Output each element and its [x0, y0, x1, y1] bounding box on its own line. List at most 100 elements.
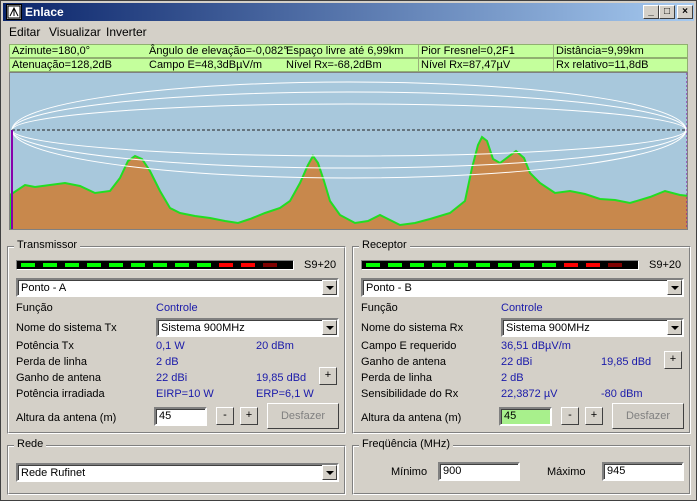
chevron-down-icon[interactable] [322, 280, 337, 295]
rx-line-loss-label: Perda de linha [361, 372, 432, 384]
rx-gain-plus-button[interactable]: + [664, 351, 682, 369]
rx-funcao-label: Função [361, 302, 398, 314]
maximize-button[interactable]: □ [659, 5, 675, 19]
tx-site-value: Ponto - A [21, 282, 67, 294]
tx-height-plus-button[interactable]: + [240, 407, 258, 425]
status-separator [553, 45, 554, 57]
tx-site-select[interactable]: Ponto - A [16, 278, 339, 297]
chevron-down-icon[interactable] [322, 465, 337, 480]
rx-site-select[interactable]: Ponto - B [361, 278, 684, 297]
rx-gain-dbi: 22 dBi [501, 356, 533, 368]
status-row-1: Azimute=180,0° Ângulo de elevação=-0,082… [9, 44, 688, 58]
meter-segment [65, 263, 79, 267]
freq-min-label: Mínimo [391, 466, 428, 478]
tx-gain-plus-button[interactable]: + [319, 367, 337, 385]
link-window: Enlace _ □ × Editar Visualizar Inverter … [0, 0, 697, 501]
rx-system-label: Nome do sistema Rx [361, 322, 464, 334]
frequency-title: Freqüência (MHz) [359, 438, 454, 450]
receiver-title: Receptor [359, 239, 410, 251]
rx-sensitivity-dbm: -80 dBm [601, 388, 643, 400]
rx-gain-label: Ganho de antena [361, 356, 447, 368]
chevron-down-icon[interactable] [667, 280, 682, 295]
rx-system-value: Sistema 900MHz [506, 322, 590, 334]
rx-level-dbm-readout: Nível Rx=-68,2dBm [286, 59, 382, 71]
tx-gain-dbd: 19,85 dBd [256, 372, 307, 384]
meter-segment [388, 263, 402, 267]
meter-segment [21, 263, 35, 267]
chevron-down-icon[interactable] [667, 320, 682, 335]
meter-segment [410, 263, 424, 267]
network-select[interactable]: Rede Rufinet [16, 463, 339, 482]
meter-segment [564, 263, 578, 267]
chevron-down-icon[interactable] [322, 320, 337, 335]
rx-height-plus-button[interactable]: + [585, 407, 603, 425]
tx-meter-label: S9+20 [304, 259, 337, 271]
rx-funcao-value: Controle [501, 302, 543, 314]
rx-site-value: Ponto - B [366, 282, 412, 294]
menu-editar[interactable]: Editar [9, 25, 40, 39]
network-group: Rede Rede Rufinet [7, 438, 346, 495]
rx-relative-readout: Rx relativo=11,8dB [556, 59, 649, 71]
free-space-readout: Espaço livre até 6,99km [286, 45, 404, 57]
freq-max-input[interactable]: 945 [602, 462, 684, 481]
distance-readout: Distância=9,99km [556, 45, 644, 57]
meter-segment [476, 263, 490, 267]
minimize-button[interactable]: _ [643, 5, 659, 19]
rx-height-minus-button[interactable]: - [561, 407, 579, 425]
rx-system-select[interactable]: Sistema 900MHz [501, 318, 684, 337]
meter-segment [608, 263, 622, 267]
tx-power-dbm: 20 dBm [256, 340, 294, 352]
profile-graphic [10, 73, 687, 229]
tx-funcao-value: Controle [156, 302, 198, 314]
app-icon [6, 4, 22, 20]
network-title: Rede [14, 438, 47, 450]
tx-gain-dbi: 22 dBi [156, 372, 188, 384]
rx-undo-button[interactable]: Desfazer [612, 403, 684, 429]
status-row-2: Atenuação=128,2dB Campo E=48,3dBµV/m Nív… [9, 58, 688, 72]
tx-system-select[interactable]: Sistema 900MHz [156, 318, 339, 337]
azimute-readout: Azimute=180,0° [12, 45, 91, 57]
freq-min-input[interactable]: 900 [438, 462, 520, 481]
meter-segment [520, 263, 534, 267]
terrain-profile[interactable] [9, 72, 688, 230]
meter-segment [87, 263, 101, 267]
rx-meter-label: S9+20 [649, 259, 682, 271]
rx-height-input[interactable]: 45 [499, 407, 552, 426]
attenuation-readout: Atenuação=128,2dB [12, 59, 113, 71]
menu-bar: Editar Visualizar Inverter [3, 22, 694, 41]
fresnel-readout: Pior Fresnel=0,2F1 [421, 45, 515, 57]
rx-level-uv-readout: Nível Rx=87,47µV [421, 59, 511, 71]
transmitter-title: Transmissor [14, 239, 81, 251]
tx-line-loss-value: 2 dB [156, 356, 179, 368]
title-bar[interactable]: Enlace _ □ × [3, 3, 694, 21]
rx-gain-dbd: 19,85 dBd [601, 356, 652, 368]
tx-power-w: 0,1 W [156, 340, 185, 352]
rx-sensitivity-uv: 22,3872 µV [501, 388, 558, 400]
terrain-area [10, 135, 687, 229]
freq-max-label: Máximo [547, 466, 586, 478]
status-separator [418, 59, 419, 71]
tx-height-minus-button[interactable]: - [216, 407, 234, 425]
meter-segment [542, 263, 556, 267]
tx-system-value: Sistema 900MHz [161, 322, 245, 334]
tx-undo-button[interactable]: Desfazer [267, 403, 339, 429]
meter-segment [153, 263, 167, 267]
meter-segment [131, 263, 145, 267]
elevation-readout: Ângulo de elevação=-0,082° [149, 45, 288, 57]
meter-segment [241, 263, 255, 267]
meter-segment [432, 263, 446, 267]
status-separator [418, 45, 419, 57]
meter-segment [498, 263, 512, 267]
close-button[interactable]: × [677, 5, 693, 19]
menu-inverter[interactable]: Inverter [106, 25, 147, 39]
tx-signal-meter [16, 260, 294, 270]
rx-signal-meter [361, 260, 639, 270]
tx-erp: ERP=6,1 W [256, 388, 314, 400]
tx-height-input[interactable]: 45 [154, 407, 207, 426]
menu-visualizar[interactable]: Visualizar [49, 25, 101, 39]
rx-sensitivity-label: Sensibilidade do Rx [361, 388, 459, 400]
tx-funcao-label: Função [16, 302, 53, 314]
tx-radiated-label: Potência irradiada [16, 388, 105, 400]
status-separator [553, 59, 554, 71]
tx-gain-label: Ganho de antena [16, 372, 102, 384]
